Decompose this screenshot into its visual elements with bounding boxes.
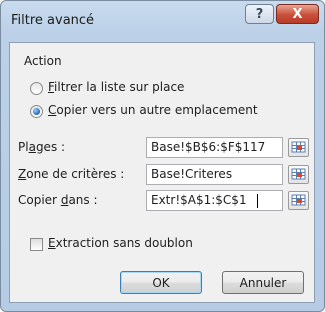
unique-records-label[interactable]: Extraction sans doublon	[48, 236, 193, 250]
range-picker-icon	[291, 194, 306, 206]
close-icon: X	[292, 6, 303, 22]
range-picker-icon	[291, 141, 306, 153]
ok-button[interactable]: OK	[120, 271, 202, 294]
filter-in-place-radio[interactable]	[30, 82, 43, 95]
dialog-title: Filtre avancé	[11, 13, 95, 28]
radio-selected-dot	[33, 108, 40, 115]
range-picker-icon	[291, 168, 306, 180]
criteria-range-label: Zone de critères :	[18, 167, 125, 181]
help-button[interactable]: ?	[245, 4, 274, 24]
dialog-body: Action Filtrer la liste sur place Copier…	[9, 42, 315, 303]
list-range-picker-button[interactable]	[288, 138, 309, 157]
filter-in-place-label[interactable]: Filtrer la liste sur place	[48, 80, 184, 94]
title-bar[interactable]: Filtre avancé ? X	[1, 1, 324, 41]
action-group-label: Action	[24, 54, 62, 68]
text-caret	[257, 194, 258, 208]
criteria-range-picker-button[interactable]	[288, 165, 309, 184]
criteria-range-input[interactable]: Base!Criteres	[146, 164, 283, 185]
copy-to-input[interactable]: Extr!$A$1:$C$1	[146, 190, 283, 211]
unique-records-checkbox[interactable]	[30, 238, 43, 251]
list-range-label: Plages :	[18, 140, 66, 154]
copy-to-location-radio[interactable]	[30, 105, 43, 118]
copy-to-picker-button[interactable]	[288, 191, 309, 210]
copy-to-label: Copier dans :	[18, 193, 98, 207]
copy-to-location-label[interactable]: Copier vers un autre emplacement	[48, 103, 258, 117]
close-button[interactable]: X	[276, 4, 319, 24]
help-icon: ?	[255, 6, 264, 22]
advanced-filter-dialog: Filtre avancé ? X Action Filtrer la list…	[0, 0, 325, 312]
list-range-input[interactable]: Base!$B$6:$F$117	[146, 137, 283, 158]
cancel-button[interactable]: Annuler	[222, 271, 304, 294]
